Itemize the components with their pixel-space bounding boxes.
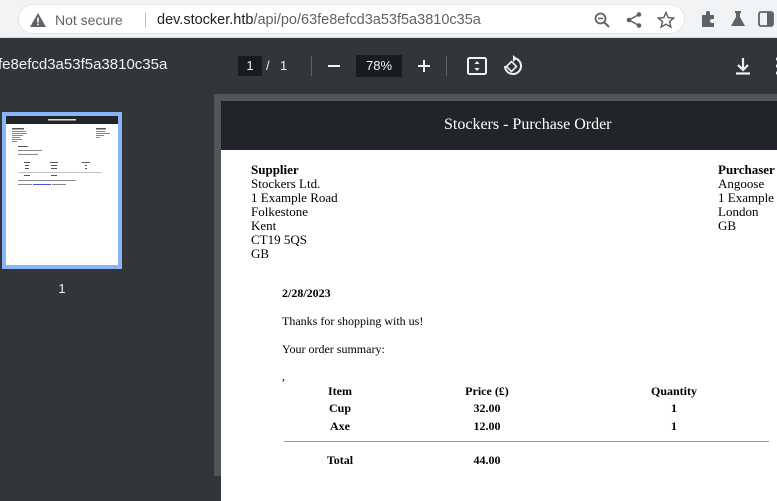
pdf-toolbar: fe8efcd3a53f5a3810c35a 1 / 1 78%	[0, 38, 777, 94]
thumbnail-preview	[6, 116, 118, 185]
browser-toolbar: Not secure dev.stocker.htb/api/po/63fe8e…	[0, 0, 777, 38]
toolbar-divider	[311, 56, 312, 76]
purchaser-line: GB	[718, 218, 737, 233]
page-number-input[interactable]: 1	[238, 56, 262, 76]
table-cell-quantity: 1	[671, 419, 677, 433]
download-icon[interactable]	[731, 54, 755, 78]
table-header-quantity: Quantity	[650, 384, 697, 398]
star-icon[interactable]	[657, 11, 675, 29]
supplier-line: GB	[251, 246, 270, 261]
plus-icon[interactable]	[412, 54, 436, 78]
supplier-line: Folkestone	[251, 204, 309, 219]
page-separator: /	[266, 58, 270, 73]
supplier-line: Kent	[251, 218, 277, 233]
stray-text: ,	[282, 369, 285, 383]
page-total: 1	[280, 58, 288, 73]
thumbnail-page-number: 1	[58, 281, 66, 296]
supplier-line: Stockers Ltd.	[251, 176, 321, 191]
pdf-viewer[interactable]: Stockers - Purchase Order Supplier Stock…	[214, 94, 777, 501]
table-cell-item: Cup	[328, 401, 351, 415]
share-icon[interactable]	[625, 11, 643, 29]
po-header-banner: Stockers - Purchase Order	[221, 101, 777, 150]
table-cell-item: Axe	[330, 419, 350, 433]
sidebar-panel-icon[interactable]	[756, 9, 776, 29]
summary-label: Your order summary:	[282, 342, 385, 356]
table-header-price: Price (£)	[465, 384, 509, 398]
table-header-item: Item	[328, 384, 352, 398]
thanks-text: Thanks for shopping with us!	[282, 314, 424, 328]
table-cell-quantity: 1	[671, 401, 677, 415]
table-divider	[284, 441, 769, 442]
warning-icon[interactable]	[29, 11, 47, 29]
purchaser-block: Purchaser Angoose 1 Example Road London …	[718, 163, 777, 233]
rotate-icon[interactable]	[500, 54, 524, 78]
supplier-heading: Supplier	[251, 162, 299, 177]
table-cell-price: 32.00	[473, 401, 501, 415]
purchaser-line: Angoose	[718, 176, 765, 191]
flask-icon[interactable]	[728, 9, 748, 29]
address-bar[interactable]: Not secure dev.stocker.htb/api/po/63fe8e…	[18, 4, 685, 34]
minus-icon[interactable]	[322, 54, 346, 78]
supplier-block: Supplier Stockers Ltd. 1 Example Road Fo…	[251, 163, 338, 261]
total-value: 44.00	[473, 453, 501, 467]
toolbar-divider	[446, 56, 447, 76]
purchaser-line: London	[718, 204, 759, 219]
fit-page-icon[interactable]	[465, 54, 489, 78]
more-options-icon[interactable]	[766, 54, 777, 78]
url-path: /api/po/63fe8efcd3a53f5a3810c35a	[253, 12, 481, 28]
security-label[interactable]: Not secure	[55, 11, 123, 29]
omnibox-divider	[145, 12, 146, 28]
zoom-level-input[interactable]: 78%	[356, 55, 402, 77]
purchaser-line: 1 Example Road	[718, 190, 777, 205]
total-label: Total	[326, 453, 354, 467]
supplier-line: 1 Example Road	[251, 190, 338, 205]
po-title: Stockers - Purchase Order	[444, 116, 612, 133]
supplier-line: CT19 5QS	[251, 232, 307, 247]
pdf-page: Stockers - Purchase Order Supplier Stock…	[221, 101, 777, 501]
url-text[interactable]: dev.stocker.htb/api/po/63fe8efcd3a53f5a3…	[157, 11, 481, 29]
thumbnail-sidebar: 1	[0, 94, 214, 476]
table-cell-price: 12.00	[473, 419, 501, 433]
url-host: dev.stocker.htb	[157, 12, 254, 28]
pdf-document-title: fe8efcd3a53f5a3810c35a	[0, 56, 168, 73]
purchaser-heading: Purchaser	[718, 162, 775, 177]
order-date: 2/28/2023	[282, 286, 331, 300]
zoom-icon[interactable]	[593, 11, 611, 29]
page-thumbnail[interactable]	[2, 112, 122, 269]
extensions-icon[interactable]	[698, 9, 718, 29]
